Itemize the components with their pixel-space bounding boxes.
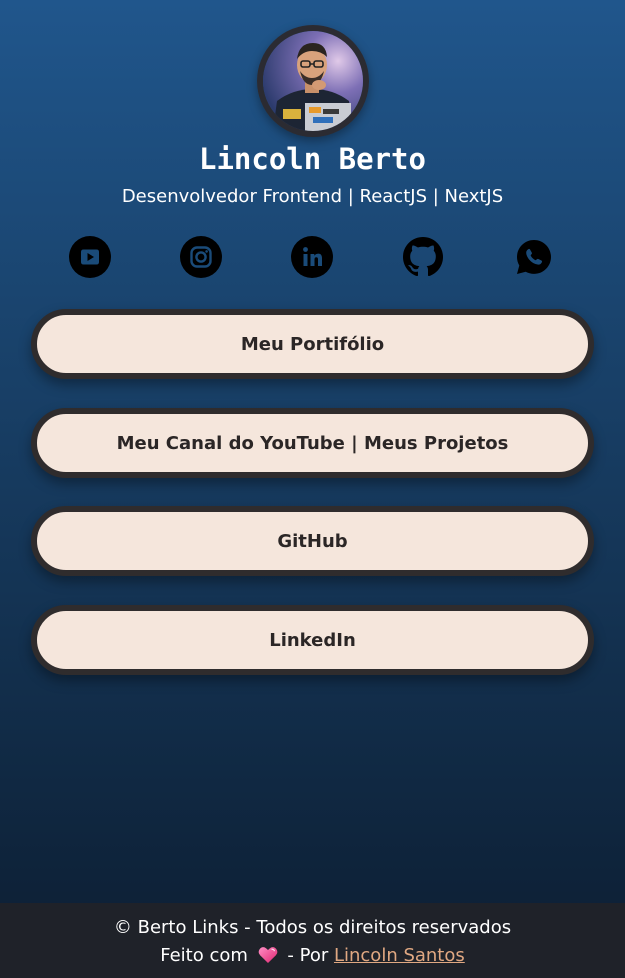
link-button-label: Meu Portifólio xyxy=(240,333,385,355)
footer: © Berto Links - Todos os direitos reserv… xyxy=(0,903,625,978)
social-links xyxy=(69,236,555,280)
profile-name: Lincoln Berto xyxy=(199,142,426,176)
avatar-photo xyxy=(263,31,363,131)
footer-credits: Feito com - Por Lincoln Santos xyxy=(0,945,625,969)
heart-icon xyxy=(258,946,278,969)
link-button-label: GitHub xyxy=(277,530,348,552)
page: Lincoln Berto Desenvolvedor Frontend | R… xyxy=(0,0,625,903)
whatsapp-icon[interactable] xyxy=(513,236,555,278)
linkedin-icon[interactable] xyxy=(291,236,333,278)
link-button-label: Meu Canal do YouTube | Meus Projetos xyxy=(116,432,509,454)
link-button-youtube-channel[interactable]: Meu Canal do YouTube | Meus Projetos xyxy=(31,408,594,478)
footer-by: - Por xyxy=(287,945,329,966)
profile-subtitle: Desenvolvedor Frontend | ReactJS | NextJ… xyxy=(121,186,504,207)
link-button-github[interactable]: GitHub xyxy=(31,506,594,576)
instagram-icon[interactable] xyxy=(180,236,222,278)
github-icon[interactable] xyxy=(402,236,444,278)
footer-made-with: Feito com xyxy=(160,945,248,966)
author-link[interactable]: Lincoln Santos xyxy=(334,945,465,966)
youtube-icon[interactable] xyxy=(69,236,111,278)
link-button-label: LinkedIn xyxy=(269,629,356,651)
profile-avatar xyxy=(257,25,369,137)
link-button-linkedin[interactable]: LinkedIn xyxy=(31,605,594,675)
footer-copyright: © Berto Links - Todos os direitos reserv… xyxy=(113,917,512,938)
link-button-portfolio[interactable]: Meu Portifólio xyxy=(31,309,594,379)
